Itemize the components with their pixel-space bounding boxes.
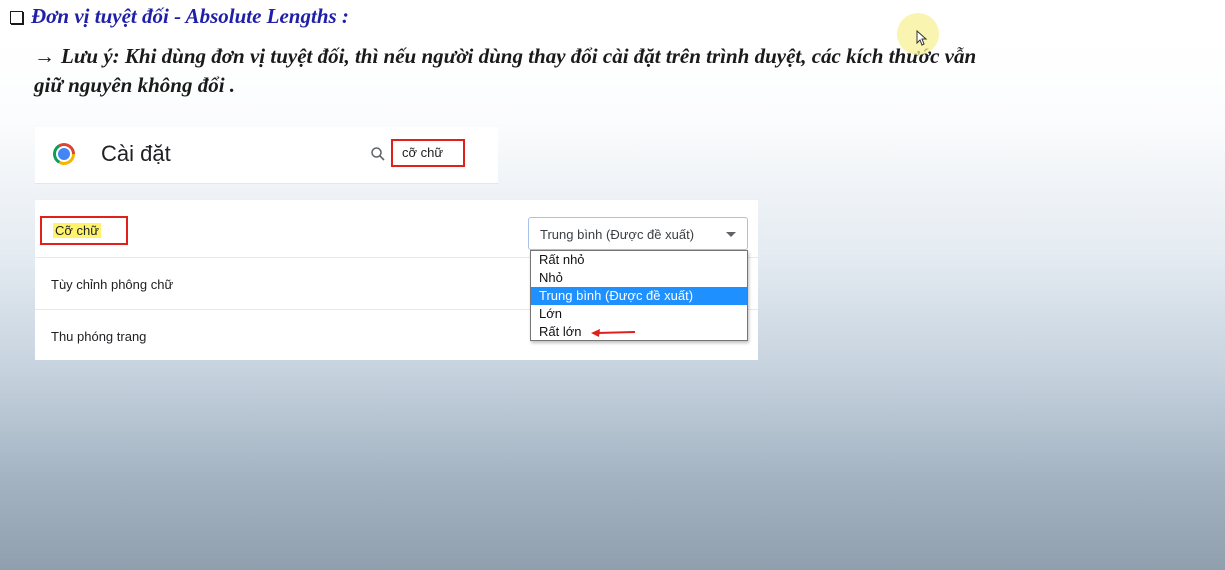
red-arrow-icon [591, 329, 636, 337]
slide-heading: Đơn vị tuyệt đối - Absolute Lengths : [10, 4, 349, 29]
font-size-dropdown: Rất nhỏ Nhỏ Trung bình (Được đề xuất) Lớ… [530, 250, 748, 341]
font-size-select[interactable]: Trung bình (Được đề xuất) [528, 217, 748, 250]
chrome-logo-icon [53, 143, 75, 165]
note-line-2: giữ nguyên không đổi . [34, 73, 236, 97]
heading-text: Đơn vị tuyệt đối - Absolute Lengths : [31, 4, 349, 28]
font-size-select-value: Trung bình (Được đề xuất) [540, 227, 695, 242]
option-small[interactable]: Nhỏ [531, 269, 747, 287]
chevron-down-icon [726, 232, 736, 237]
option-very-small[interactable]: Rất nhỏ [531, 251, 747, 269]
note-line-1: Lưu ý: Khi dùng đơn vị tuyệt đối, thì nế… [61, 44, 977, 68]
note-text: → Lưu ý: Khi dùng đơn vị tuyệt đối, thì n… [34, 42, 1219, 100]
arrow-icon: → [34, 44, 55, 68]
font-size-label-highlight: Cỡ chữ [40, 216, 128, 245]
customize-fonts-label: Tùy chỉnh phông chữ [51, 277, 174, 292]
font-size-label: Cỡ chữ [53, 223, 101, 238]
option-large[interactable]: Lớn [531, 305, 747, 323]
page-zoom-label: Thu phóng trang [51, 329, 147, 344]
search-icon[interactable] [370, 146, 386, 162]
settings-header: Cài đặt cỡ chữ [35, 127, 498, 184]
search-input[interactable]: cỡ chữ [391, 139, 465, 167]
option-very-large-row[interactable]: Rất lớn [531, 323, 747, 341]
settings-title: Cài đặt [101, 141, 171, 166]
option-medium[interactable]: Trung bình (Được đề xuất) [531, 287, 747, 305]
mouse-cursor-icon [916, 30, 928, 46]
option-very-large: Rất lớn [539, 324, 582, 339]
checkbox-icon [10, 11, 23, 24]
